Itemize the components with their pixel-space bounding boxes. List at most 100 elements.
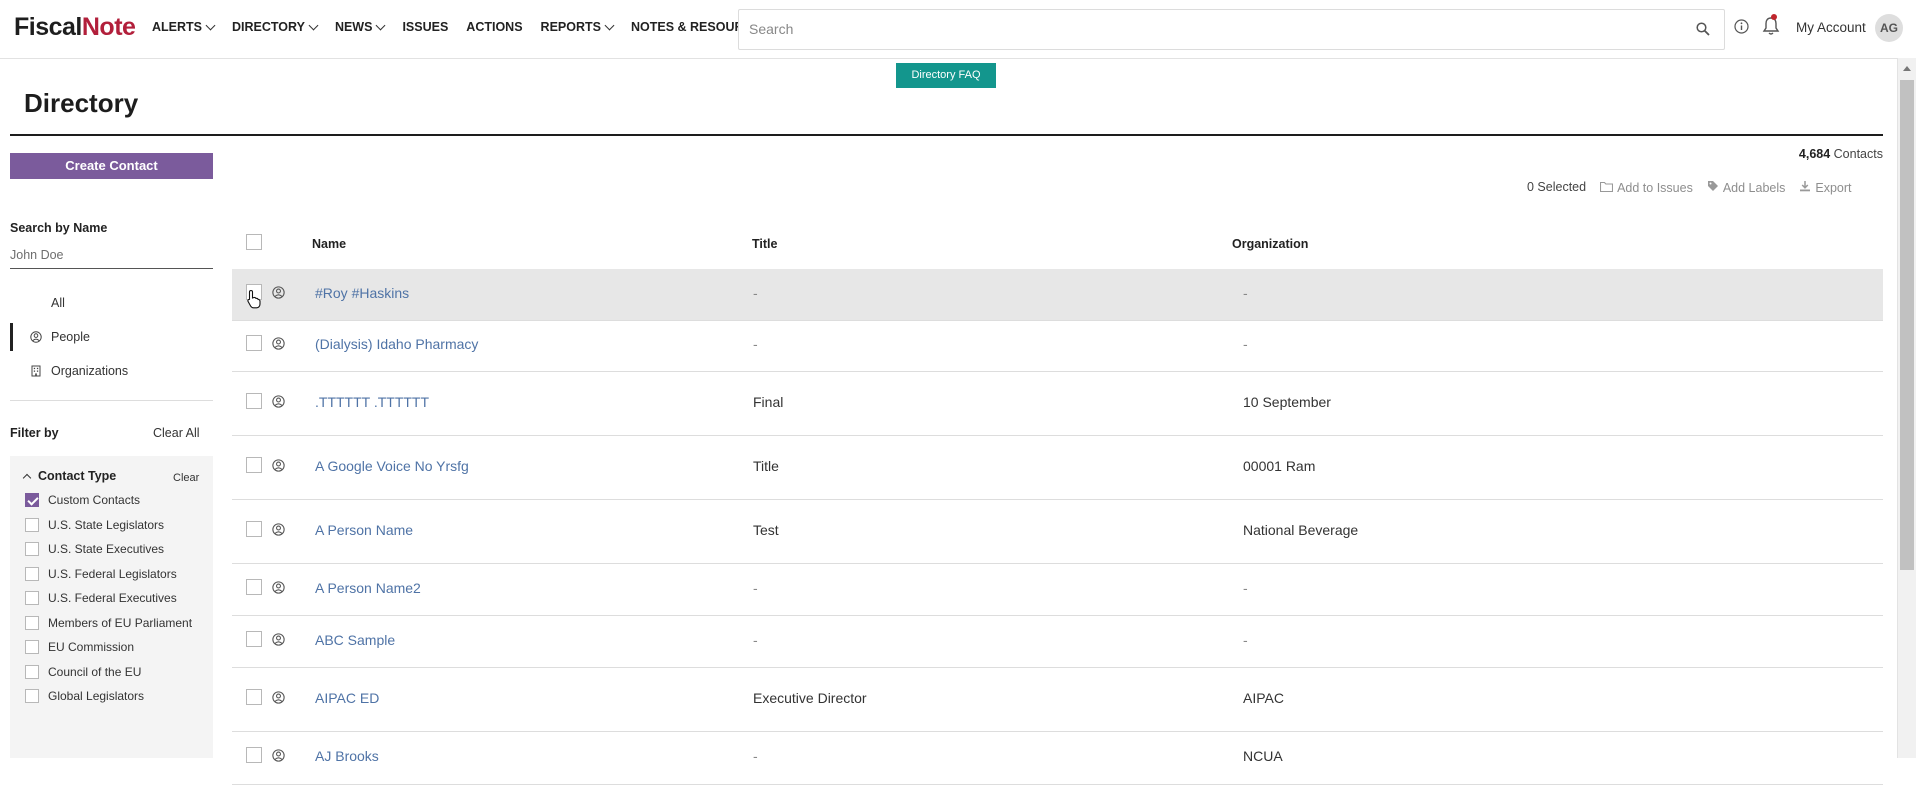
global-search-input[interactable] <box>739 10 1649 47</box>
checkbox[interactable] <box>25 517 39 532</box>
user-avatar[interactable]: AG <box>1875 14 1903 42</box>
contact-type-option[interactable]: U.S. Federal Legislators <box>25 565 177 583</box>
contact-type-option[interactable]: Members of EU Parliament <box>25 614 192 632</box>
contact-type-option[interactable]: U.S. State Executives <box>25 540 164 558</box>
contact-type-option[interactable]: EU Commission <box>25 638 134 656</box>
table-row[interactable]: (Dialysis) Idaho Pharmacy - - <box>232 321 1883 372</box>
info-icon[interactable] <box>1734 19 1749 39</box>
table-row[interactable]: AIPAC ED Executive Director AIPAC <box>232 668 1883 732</box>
contact-type-filter-panel: Contact Type Clear Custom Contacts U.S. S… <box>10 456 213 758</box>
contact-type-option[interactable]: Council of the EU <box>25 663 141 681</box>
main-nav-menu: ALERTS DIRECTORY NEWS ISSUES ACTIONS REPORTS N… <box>152 20 783 34</box>
type-item-organizations[interactable]: Organizations <box>10 354 213 388</box>
table-row[interactable]: .TTTTTT .TTTTTT Final 10 September <box>232 372 1883 436</box>
row-checkbox[interactable] <box>246 747 262 763</box>
contact-name-link[interactable]: ABC Sample <box>315 632 395 648</box>
contact-count-number: 4,684 <box>1798 147 1831 161</box>
checkbox[interactable] <box>25 640 39 654</box>
directory-faq-button[interactable]: Directory FAQ <box>896 63 996 88</box>
export-button[interactable]: Export <box>1799 180 1852 195</box>
row-checkbox[interactable] <box>246 520 262 537</box>
contact-type-option[interactable]: U.S. State Legislators <box>25 516 164 534</box>
contact-type-clear-link[interactable]: Clear <box>173 472 199 484</box>
my-account-link[interactable]: My Account <box>1796 20 1866 35</box>
contact-title: - <box>753 748 758 764</box>
type-item-people[interactable]: People <box>10 320 213 354</box>
contact-count-label: Contacts <box>1833 147 1883 161</box>
contact-title: Executive Director <box>753 689 867 706</box>
add-to-issues-button[interactable]: Add to Issues <box>1600 180 1693 195</box>
table-row[interactable]: #Roy #Haskins - - <box>232 269 1883 321</box>
row-checkbox[interactable] <box>246 392 262 409</box>
contact-type-toggle[interactable]: Contact Type <box>22 469 116 483</box>
person-circle-icon <box>272 285 285 304</box>
contact-name-link[interactable]: AIPAC ED <box>315 690 379 706</box>
nav-reports[interactable]: REPORTS <box>541 20 615 34</box>
create-contact-button[interactable]: Create Contact <box>10 153 213 179</box>
contact-name-link[interactable]: (Dialysis) Idaho Pharmacy <box>315 336 478 352</box>
contact-title: Final <box>753 393 784 410</box>
notification-badge <box>1771 14 1777 20</box>
checkbox[interactable] <box>25 689 39 703</box>
add-labels-button[interactable]: Add Labels <box>1707 180 1785 195</box>
contact-name-link[interactable]: AJ Brooks <box>315 748 379 764</box>
row-checkbox[interactable] <box>246 688 262 705</box>
name-search-input[interactable] <box>10 241 213 269</box>
table-row[interactable]: AJ Brooks - NCUA <box>232 732 1883 785</box>
person-circle-icon <box>272 394 285 413</box>
contact-type-option[interactable]: U.S. Federal Executives <box>25 589 177 607</box>
contact-name-link[interactable]: .TTTTTT .TTTTTT <box>315 394 429 410</box>
person-circle-icon <box>272 522 285 541</box>
tag-icon <box>1707 180 1719 195</box>
checkbox[interactable] <box>25 542 39 556</box>
select-all-checkbox[interactable] <box>246 234 262 250</box>
contact-name-link[interactable]: A Google Voice No Yrsfg <box>315 458 469 474</box>
contact-type-option-label: Global Legislators <box>48 689 145 703</box>
table-row[interactable]: A Person Name2 - - <box>232 564 1883 616</box>
nav-item-label: NEWS <box>334 20 373 34</box>
contact-title: - <box>753 336 758 352</box>
contact-organization: - <box>1243 579 1248 596</box>
table-row[interactable]: ABC Sample - - <box>232 616 1883 668</box>
nav-alerts[interactable]: ALERTS <box>152 20 216 34</box>
contact-type-option[interactable]: Custom Contacts <box>25 491 140 509</box>
checkbox[interactable] <box>25 615 39 630</box>
row-checkbox[interactable] <box>246 630 262 647</box>
person-circle-icon <box>30 331 42 346</box>
nav-issues[interactable]: ISSUES <box>402 20 448 34</box>
contact-type-option[interactable]: Global Legislators <box>25 687 144 705</box>
contact-title: - <box>753 631 758 648</box>
column-header-organization[interactable]: Organization <box>1232 237 1308 251</box>
scroll-up-arrow-icon[interactable] <box>1903 66 1911 71</box>
row-checkbox[interactable] <box>246 335 262 351</box>
contact-name-link[interactable]: A Person Name <box>315 522 413 538</box>
clear-all-filters-link[interactable]: Clear All <box>153 426 200 440</box>
notification-bell-icon[interactable] <box>1762 14 1780 41</box>
contact-type-option-label: U.S. State Executives <box>48 542 165 556</box>
contact-title: Title <box>753 457 779 474</box>
nav-directory[interactable]: DIRECTORY <box>232 20 319 34</box>
scrollbar-thumb[interactable] <box>1900 80 1914 570</box>
contact-organization: - <box>1243 631 1248 648</box>
table-row[interactable]: A Person Name Test National Beverage <box>232 500 1883 564</box>
row-checkbox[interactable] <box>246 456 262 473</box>
filter-by-label: Filter by <box>10 426 59 440</box>
checkbox[interactable] <box>25 493 39 507</box>
checkbox[interactable] <box>25 591 39 605</box>
top-nav: FiscalNote ALERTS DIRECTORY NEWS ISSUES ACTI… <box>0 0 1916 59</box>
search-icon[interactable] <box>1696 22 1710 41</box>
chevron-down-icon <box>375 20 386 30</box>
row-checkbox[interactable] <box>246 578 262 595</box>
checkbox[interactable] <box>25 566 39 581</box>
column-header-title[interactable]: Title <box>752 237 777 251</box>
nav-news[interactable]: NEWS <box>334 20 386 34</box>
fiscalnote-logo[interactable]: FiscalNote <box>14 13 136 42</box>
contact-name-link[interactable]: A Person Name2 <box>315 580 421 596</box>
column-header-name[interactable]: Name <box>312 237 346 251</box>
type-item-all[interactable]: All <box>10 286 213 320</box>
nav-actions[interactable]: ACTIONS <box>466 20 522 34</box>
contact-type-option-label: U.S. State Legislators <box>48 517 165 532</box>
contact-name-link[interactable]: #Roy #Haskins <box>315 285 409 301</box>
checkbox[interactable] <box>25 664 39 679</box>
table-row[interactable]: A Google Voice No Yrsfg Title 00001 Ram <box>232 436 1883 500</box>
